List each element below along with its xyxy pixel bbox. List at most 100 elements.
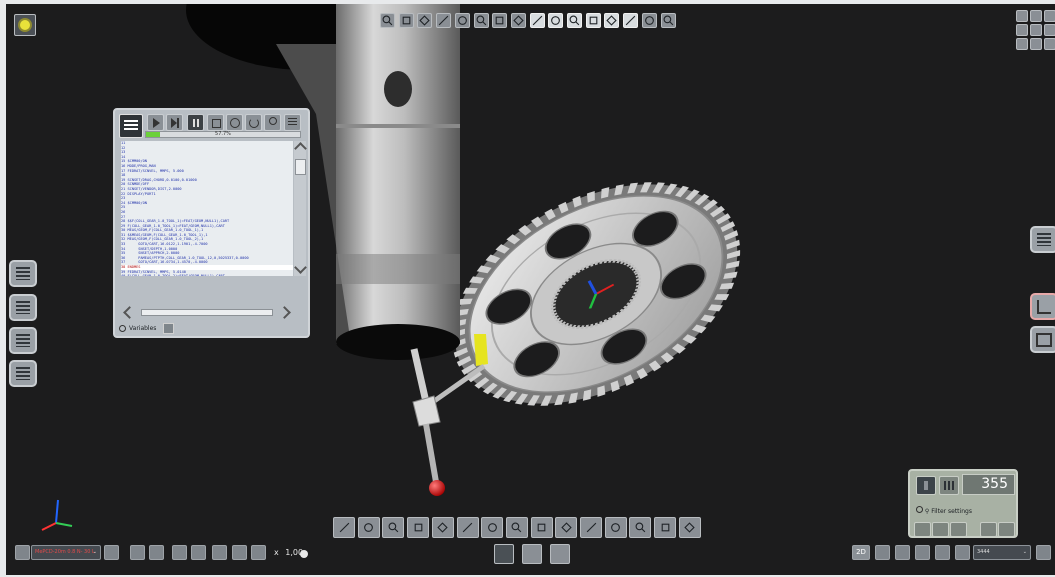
step-forward-button[interactable] (166, 114, 183, 131)
scroll-up-icon[interactable] (293, 142, 307, 155)
probe-button[interactable] (623, 13, 639, 28)
view-button-e[interactable] (955, 545, 970, 560)
bottom-view-button[interactable] (492, 13, 508, 28)
tool-button-1[interactable] (130, 545, 145, 560)
reset-button[interactable] (226, 114, 243, 131)
top-view-button[interactable] (473, 13, 489, 28)
view-grid-icon[interactable] (1044, 10, 1055, 22)
axis-button[interactable] (641, 13, 657, 28)
hidden-line-button[interactable] (585, 13, 601, 28)
code-horizontal-scrollbar[interactable] (121, 306, 293, 319)
surface-feature-button[interactable] (678, 517, 701, 538)
left-view-button[interactable] (510, 13, 526, 28)
fit-button[interactable] (417, 13, 433, 28)
polygon-feature-button[interactable] (580, 517, 602, 538)
report-button[interactable] (9, 360, 37, 387)
search-button[interactable] (264, 114, 281, 131)
step-button[interactable] (147, 114, 164, 131)
zoom-icon-button[interactable] (251, 545, 266, 560)
filter-delete-button[interactable] (998, 522, 1015, 537)
loop-button[interactable] (245, 114, 262, 131)
view-grid-icon[interactable] (1044, 24, 1055, 36)
cylinder-feature-button[interactable] (530, 517, 553, 538)
code-line[interactable]: 40 F(COLL_GEAR_1.0_TOOL_2)=FEAT/GEOM,NUL… (121, 274, 293, 276)
pause-button[interactable] (187, 114, 204, 131)
arc-feature-button[interactable] (481, 517, 504, 538)
cone-feature-button[interactable] (555, 517, 578, 538)
slot-feature-button[interactable] (629, 517, 652, 538)
ellipse-feature-button[interactable] (604, 517, 627, 538)
probe-feature-button[interactable] (333, 517, 355, 538)
graph-mode-button[interactable] (522, 544, 542, 564)
zoom-button[interactable] (380, 13, 395, 28)
view-grid-icon[interactable] (1016, 10, 1028, 22)
curve-feature-button[interactable] (654, 517, 677, 538)
measure-button[interactable] (660, 13, 676, 28)
menu-end-button[interactable] (1036, 545, 1051, 560)
menu-button[interactable] (119, 114, 143, 138)
scroll-thumb[interactable] (294, 159, 306, 175)
table-button[interactable] (1030, 226, 1055, 253)
edit-icon[interactable] (163, 323, 175, 334)
program-select[interactable]: MePCD-20m 0.8 N- 30 L ⌄ (31, 545, 101, 560)
plane-feature-button[interactable] (431, 517, 454, 538)
sphere-feature-button[interactable] (505, 517, 528, 538)
view-button-d[interactable] (935, 545, 950, 560)
scroll-down-icon[interactable] (294, 261, 307, 274)
line-segment-feature-button[interactable] (407, 517, 430, 538)
tool-button-5[interactable] (212, 545, 227, 560)
axis-triad (41, 499, 73, 531)
tool-button-3[interactable] (172, 545, 187, 560)
stop-button[interactable] (207, 114, 224, 131)
bottom-left-button[interactable] (15, 545, 30, 560)
view-grid-icon[interactable] (1030, 38, 1042, 50)
code-editor[interactable]: 11 12 13 14 15 $CMM00/ON 16 MODE/PROG,MAN 17 F… (121, 141, 293, 276)
shaded-button[interactable] (548, 13, 564, 28)
back-view-button[interactable] (454, 13, 470, 28)
datum-button[interactable] (1030, 293, 1055, 320)
zoom-window-button[interactable] (398, 13, 414, 28)
reference-button[interactable] (1030, 326, 1055, 353)
filter-play-button[interactable] (914, 522, 931, 537)
angle-feature-button[interactable] (382, 517, 405, 538)
code-vertical-scrollbar[interactable] (293, 141, 307, 276)
chart-button[interactable] (939, 476, 959, 495)
view-2d-button[interactable]: 2D (852, 545, 870, 560)
view-button-c[interactable] (915, 545, 930, 560)
display-select[interactable]: 3444 ⌄ (973, 545, 1031, 560)
variables-toggle[interactable]: Variables (119, 323, 175, 334)
view-button-b[interactable] (895, 545, 910, 560)
probe-mode-button[interactable] (494, 544, 514, 564)
filter-stop-button[interactable] (950, 522, 967, 537)
view-grid-icon[interactable] (1030, 10, 1042, 22)
zoom-toggle-icon[interactable] (300, 550, 308, 558)
tolerance-button[interactable] (9, 327, 37, 354)
program-list-button[interactable] (9, 294, 37, 321)
front-view-button[interactable] (436, 13, 452, 28)
filter-pause-button[interactable] (932, 522, 949, 537)
flag-button[interactable] (916, 476, 936, 495)
view-button-a[interactable] (875, 545, 890, 560)
circle-feature-button[interactable] (456, 517, 479, 538)
tool-button-4[interactable] (191, 545, 206, 560)
tool-button-6[interactable] (232, 545, 247, 560)
cube-icon[interactable] (1030, 24, 1042, 36)
section-button[interactable] (604, 13, 620, 28)
filter-export-button[interactable] (980, 522, 997, 537)
table-mode-button[interactable] (550, 544, 570, 564)
filter-settings-toggle[interactable]: ⚲ Filter settings (916, 506, 972, 515)
line-feature-button[interactable] (357, 517, 380, 538)
view-grid-icon[interactable] (1044, 38, 1055, 50)
tool-button-2[interactable] (149, 545, 164, 560)
list-button[interactable] (284, 114, 301, 131)
scroll-right-icon[interactable] (278, 306, 291, 319)
iso-view-button[interactable] (529, 13, 545, 28)
view-grid-icon[interactable] (1016, 24, 1028, 36)
view-grid-icon[interactable] (1016, 38, 1028, 50)
wireframe-button[interactable] (567, 13, 582, 28)
status-light-button[interactable] (14, 14, 36, 36)
scroll-left-icon[interactable] (123, 306, 136, 319)
measure-panel-button[interactable] (9, 260, 37, 287)
program-action-button[interactable] (104, 545, 119, 560)
h-scroll-thumb[interactable] (141, 309, 273, 316)
